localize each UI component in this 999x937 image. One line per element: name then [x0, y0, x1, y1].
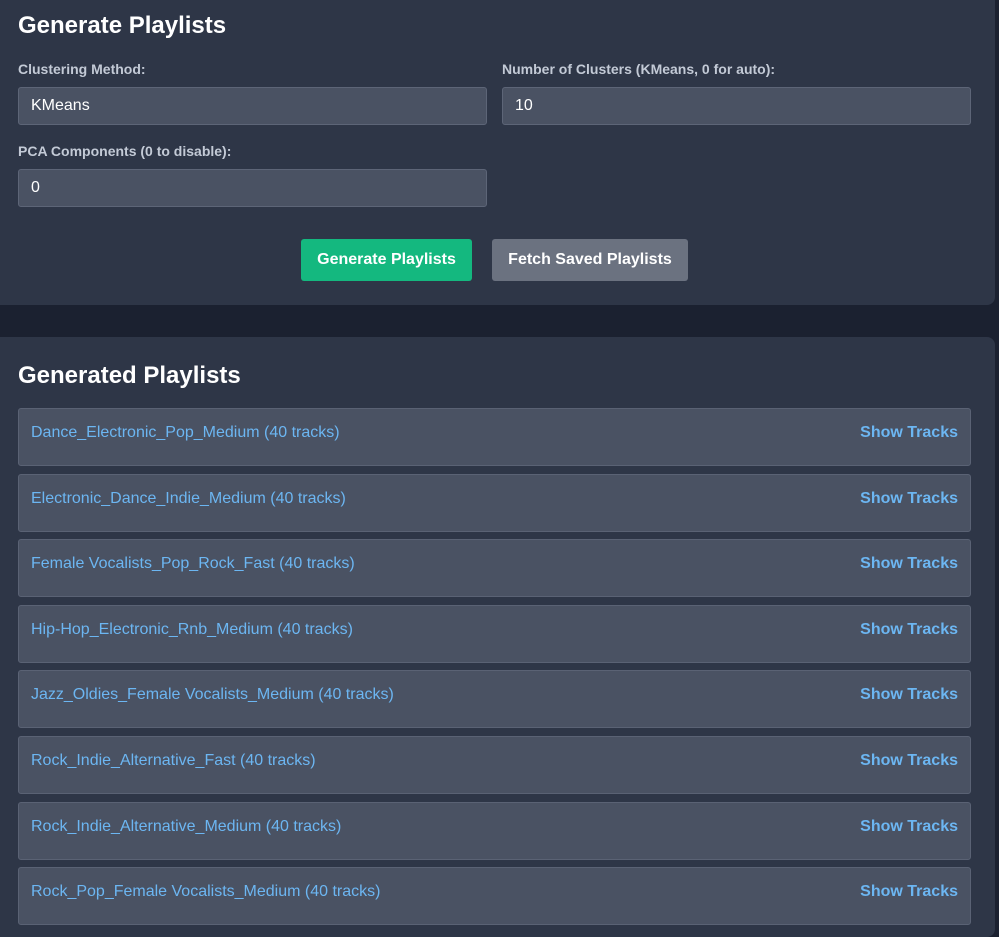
- playlist-item: Hip-Hop_Electronic_Rnb_Medium (40 tracks…: [18, 604, 971, 663]
- playlist-name-link[interactable]: Rock_Indie_Alternative_Medium (40 tracks…: [31, 818, 341, 836]
- clustering-method-input[interactable]: [18, 87, 487, 125]
- pca-components-input[interactable]: [18, 169, 487, 207]
- playlist-item: Female Vocalists_Pop_Rock_Fast (40 track…: [18, 539, 971, 598]
- num-clusters-label: Number of Clusters (KMeans, 0 for auto):: [502, 61, 776, 77]
- show-tracks-button[interactable]: Show Tracks: [860, 818, 958, 836]
- generate-playlists-title: Generate Playlists: [18, 12, 227, 39]
- show-tracks-button[interactable]: Show Tracks: [860, 490, 958, 508]
- show-tracks-button[interactable]: Show Tracks: [860, 424, 958, 442]
- playlist-item: Dance_Electronic_Pop_Medium (40 tracks) …: [18, 408, 971, 466]
- playlist-item: Rock_Pop_Female Vocalists_Medium (40 tra…: [18, 867, 971, 926]
- playlist-name-link[interactable]: Rock_Pop_Female Vocalists_Medium (40 tra…: [31, 883, 380, 901]
- playlist-name-link[interactable]: Rock_Indie_Alternative_Fast (40 tracks): [31, 752, 316, 770]
- show-tracks-button[interactable]: Show Tracks: [860, 752, 958, 770]
- playlist-list: Dance_Electronic_Pop_Medium (40 tracks) …: [18, 408, 971, 933]
- show-tracks-button[interactable]: Show Tracks: [860, 686, 958, 704]
- playlist-item: Jazz_Oldies_Female Vocalists_Medium (40 …: [18, 670, 971, 729]
- generate-playlists-button[interactable]: Generate Playlists: [301, 239, 472, 281]
- generated-playlists-panel: Generated Playlists Dance_Electronic_Pop…: [0, 337, 995, 937]
- playlist-name-link[interactable]: Electronic_Dance_Indie_Medium (40 tracks…: [31, 490, 346, 508]
- playlist-name-link[interactable]: Female Vocalists_Pop_Rock_Fast (40 track…: [31, 555, 355, 573]
- fetch-saved-playlists-button[interactable]: Fetch Saved Playlists: [492, 239, 688, 281]
- generate-playlists-panel: Generate Playlists Clustering Method: Nu…: [0, 0, 995, 305]
- show-tracks-button[interactable]: Show Tracks: [860, 883, 958, 901]
- generated-playlists-title: Generated Playlists: [18, 362, 241, 389]
- clustering-method-label: Clustering Method:: [18, 61, 146, 77]
- playlist-item: Electronic_Dance_Indie_Medium (40 tracks…: [18, 473, 971, 532]
- playlist-name-link[interactable]: Jazz_Oldies_Female Vocalists_Medium (40 …: [31, 686, 394, 704]
- playlist-item: Rock_Indie_Alternative_Medium (40 tracks…: [18, 801, 971, 860]
- playlist-name-link[interactable]: Hip-Hop_Electronic_Rnb_Medium (40 tracks…: [31, 621, 353, 639]
- num-clusters-input[interactable]: [502, 87, 971, 125]
- show-tracks-button[interactable]: Show Tracks: [860, 555, 958, 573]
- playlist-name-link[interactable]: Dance_Electronic_Pop_Medium (40 tracks): [31, 424, 340, 442]
- playlist-item: Rock_Indie_Alternative_Fast (40 tracks) …: [18, 735, 971, 794]
- pca-components-label: PCA Components (0 to disable):: [18, 143, 232, 159]
- show-tracks-button[interactable]: Show Tracks: [860, 621, 958, 639]
